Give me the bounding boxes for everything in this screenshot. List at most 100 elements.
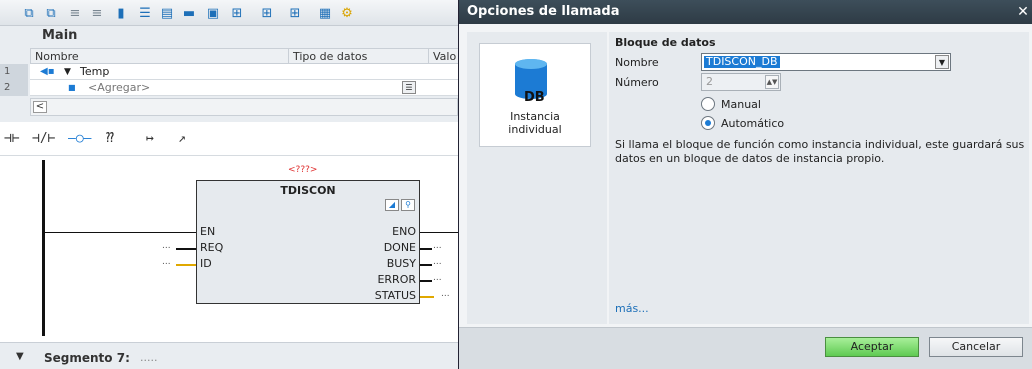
group-title: Bloque de datos [615, 36, 716, 49]
horizontal-scrollbar[interactable]: < [30, 98, 458, 116]
open-branch-icon[interactable]: ↦ [146, 130, 154, 148]
req-wire [176, 248, 196, 250]
busy-operand[interactable]: ... [433, 257, 442, 267]
number-value: 2 [706, 75, 713, 88]
output-error: ERROR [377, 273, 416, 286]
add-placeholder[interactable]: <Agregar> [88, 80, 150, 96]
input-en: EN [200, 225, 216, 238]
close-branch-icon[interactable]: ↗ [178, 130, 186, 148]
id-operand[interactable]: ... [162, 257, 171, 267]
input-id: ID [200, 257, 212, 270]
block-param-icon[interactable]: ⚲ [401, 199, 415, 211]
number-field[interactable]: 2 ▲▼ [701, 73, 781, 91]
instance-label-line2: individual [508, 123, 562, 136]
favorites-icon[interactable]: ⊞ [258, 4, 276, 22]
expand-triangle-icon[interactable]: ▼ [64, 64, 71, 80]
name-label: Nombre [615, 56, 659, 69]
empty-box-icon[interactable]: ⁇ [106, 130, 114, 148]
expand-icon[interactable]: ▤ [158, 4, 176, 22]
output-done: DONE [383, 241, 416, 254]
output-busy: BUSY [386, 257, 416, 270]
monitor-icon[interactable]: ⊞ [286, 4, 304, 22]
chevron-down-icon[interactable]: ▼ [935, 55, 949, 69]
error-wire [420, 280, 432, 282]
busy-wire [420, 264, 432, 266]
insert-row-icon[interactable]: ≡ [66, 4, 84, 22]
db-label: DB [524, 90, 545, 105]
comment-icon[interactable]: ▣ [204, 4, 222, 22]
block-title: Main [42, 28, 78, 43]
block-interface: Main Nombre Tipo de datos Valo 1 ◀▪ ▼ Te… [0, 26, 458, 122]
options-icon[interactable]: ⚙ [338, 4, 356, 22]
delete-network-icon[interactable]: ⧉ [42, 4, 60, 22]
call-options-dialog: Opciones de llamada ✕ DB Instancia indiv… [458, 0, 1032, 369]
req-operand[interactable]: ... [162, 241, 171, 251]
radio-automatic[interactable] [701, 116, 715, 130]
absolute-operands-icon[interactable]: ⊞ [228, 4, 246, 22]
row-name: Temp [80, 65, 110, 78]
interface-header: Nombre Tipo de datos Valo [30, 48, 458, 64]
eno-wire [420, 232, 458, 233]
column-value[interactable]: Valo [428, 49, 458, 64]
align-icon[interactable]: ☰ [136, 4, 154, 22]
instance-db-placeholder[interactable]: <???> [288, 165, 317, 175]
bullet-icon: ■ [68, 83, 76, 92]
spinner-icon[interactable]: ▲▼ [765, 75, 779, 89]
name-value[interactable]: TDISCON_DB [704, 56, 780, 68]
en-wire [44, 232, 196, 233]
id-wire [176, 264, 196, 266]
input-req: REQ [200, 241, 224, 254]
function-block[interactable]: TDISCON ◢ ⚲ EN REQ ID ENO DONE BUSY ERRO… [196, 180, 420, 304]
output-status: STATUS [374, 289, 416, 302]
radio-manual-option[interactable]: Manual [701, 96, 761, 112]
segment-comment[interactable]: ..... [140, 351, 157, 364]
close-icon[interactable]: ✕ [1013, 2, 1032, 22]
data-block-panel: Bloque de datos Nombre TDISCON_DB ▼ Núme… [609, 32, 1029, 324]
program-editor: ⧉ ⧉ ≡ ≡ ▮ ☰ ▤ ▬ ▣ ⊞ ⊞ ⊞ ▦ ⚙ Main Nombre … [0, 0, 458, 369]
block-name: TDISCON [280, 184, 336, 197]
radio-manual[interactable] [701, 97, 715, 111]
instance-label: Instancia individual [480, 110, 590, 136]
interface-row-temp[interactable]: ◀▪ ▼ Temp [30, 64, 458, 80]
column-name[interactable]: Nombre [30, 49, 288, 64]
status-wire [420, 296, 434, 298]
more-link[interactable]: más... [615, 302, 649, 315]
nc-contact-icon[interactable]: ⊣/⊢ [32, 130, 55, 148]
insert-network-icon[interactable]: ⧉ [20, 4, 38, 22]
section-icon: ◀▪ [40, 66, 55, 77]
row-number: 1 [0, 64, 28, 80]
list-icon[interactable]: ☰ [402, 81, 416, 94]
name-combobox[interactable]: TDISCON_DB ▼ [701, 53, 951, 71]
segment-header[interactable]: ▼ Segmento 7: ..... [0, 342, 458, 369]
collapse-triangle-icon[interactable]: ▼ [16, 351, 24, 362]
status-operand[interactable]: ... [441, 289, 450, 299]
interface-row-add[interactable]: ■ <Agregar> ☰ [30, 80, 458, 96]
single-instance-option[interactable]: DB Instancia individual [479, 43, 591, 147]
view-icon[interactable]: ▦ [316, 4, 334, 22]
dialog-title: Opciones de llamada [467, 4, 620, 19]
radio-automatic-option[interactable]: Automático [701, 115, 784, 131]
no-contact-icon[interactable]: ⊣⊢ [4, 130, 20, 148]
description-text: Si llama el bloque de función como insta… [615, 138, 1025, 165]
block-icon[interactable]: ◢ [385, 199, 399, 211]
scroll-left-button[interactable]: < [33, 101, 47, 113]
row-number: 2 [0, 80, 28, 96]
dialog-titlebar[interactable]: Opciones de llamada ✕ [459, 0, 1032, 24]
instance-label-line1: Instancia [510, 110, 560, 123]
accept-button[interactable]: Aceptar [825, 337, 919, 357]
done-wire [420, 248, 432, 250]
add-row-icon[interactable]: ≡ [88, 4, 106, 22]
done-operand[interactable]: ... [433, 241, 442, 251]
ladder-toolbar: ⊣⊢ ⊣/⊢ –○– ⁇ ↦ ↗ [0, 122, 458, 156]
collapse-icon[interactable]: ▬ [180, 4, 198, 22]
ladder-network: ... ... ... ... ... ... <???> TDISCON ◢ … [0, 156, 458, 342]
column-datatype[interactable]: Tipo de datos [288, 49, 428, 64]
number-label: Número [615, 76, 659, 89]
cancel-button[interactable]: Cancelar [929, 337, 1023, 357]
output-eno: ENO [392, 225, 416, 238]
radio-automatic-label: Automático [721, 116, 785, 130]
zoom-icon[interactable]: ▮ [112, 4, 130, 22]
dialog-body: DB Instancia individual Bloque de datos … [459, 24, 1032, 327]
coil-icon[interactable]: –○– [68, 130, 91, 148]
error-operand[interactable]: ... [433, 273, 442, 283]
